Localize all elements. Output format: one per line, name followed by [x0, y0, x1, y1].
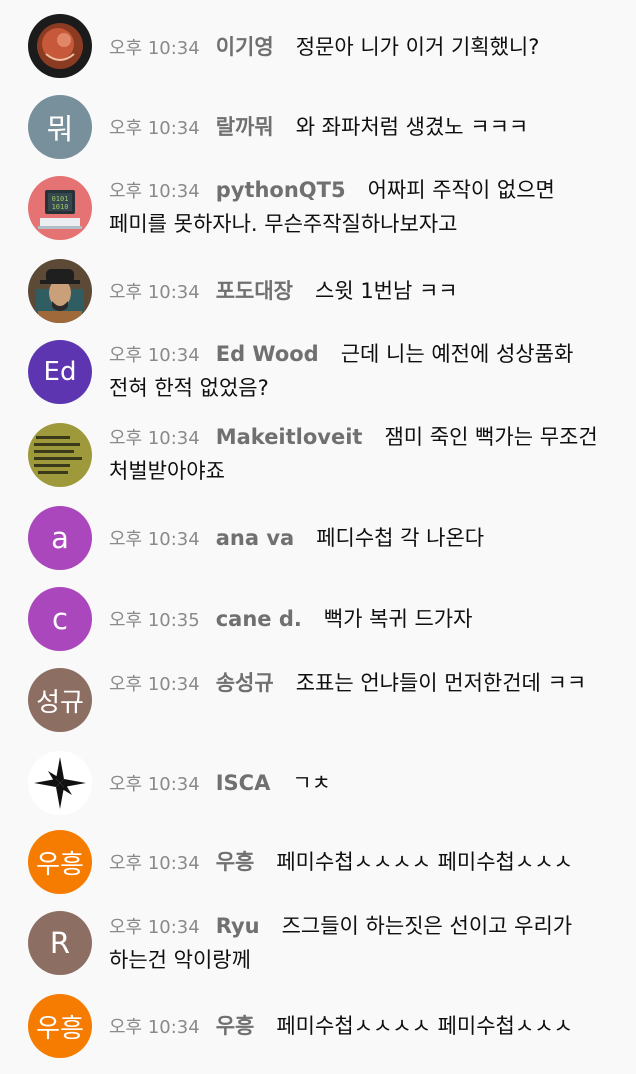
timestamp: 오후 10:34: [109, 853, 200, 874]
message-text: 페미수첩ㅅㅅㅅㅅ 페미수첩ㅅㅅㅅ: [276, 850, 573, 874]
avatar[interactable]: 우흥: [28, 994, 92, 1058]
portrait-icon: [28, 259, 92, 323]
logo-icon: [28, 751, 92, 815]
avatar-letter: R: [49, 926, 71, 960]
author-name[interactable]: 랄까뭐: [216, 115, 274, 139]
message-text: 와 좌파처럼 생겼노 ㅋㅋㅋ: [295, 115, 529, 139]
text-image-icon: [28, 423, 92, 487]
message-text: 스윗 1번남 ㅋㅋ: [315, 279, 458, 303]
avatar[interactable]: [28, 259, 92, 323]
svg-text:1010: 1010: [52, 203, 69, 211]
timestamp: 오후 10:34: [109, 181, 200, 202]
avatar[interactable]: [28, 14, 92, 78]
computer-icon: 0101 1010: [28, 176, 92, 240]
avatar[interactable]: [28, 751, 92, 815]
timestamp: 오후 10:35: [109, 610, 200, 631]
timestamp: 오후 10:34: [109, 118, 200, 139]
message-text: 뻑가 복귀 드가자: [323, 607, 473, 631]
author-name[interactable]: cane d.: [216, 607, 302, 631]
author-name[interactable]: 송성규: [216, 671, 274, 695]
avatar[interactable]: 성규: [28, 668, 92, 732]
timestamp: 오후 10:34: [109, 674, 200, 695]
avatar-letter: a: [51, 521, 69, 555]
avatar[interactable]: R: [28, 911, 92, 975]
avatar-letter: 성규: [36, 687, 84, 718]
avatar[interactable]: c: [28, 587, 92, 651]
author-name[interactable]: Ryu: [216, 914, 260, 938]
avatar-letter: c: [52, 602, 68, 636]
author-name[interactable]: pythonQT5: [216, 178, 346, 202]
message-text: ㄱㅊ: [292, 771, 331, 795]
author-name[interactable]: 우흥: [216, 1014, 255, 1038]
message-text: 페미수첩ㅅㅅㅅㅅ 페미수첩ㅅㅅㅅ: [276, 1014, 573, 1038]
message-text: 조표는 언냐들이 먼저한건데 ㅋㅋ: [295, 671, 587, 695]
avatar[interactable]: 우흥: [28, 830, 92, 894]
author-name[interactable]: 이기영: [216, 35, 274, 59]
author-name[interactable]: Makeitloveit: [216, 425, 363, 449]
author-name[interactable]: ISCA: [216, 771, 271, 795]
timestamp: 오후 10:34: [109, 774, 200, 795]
timestamp: 오후 10:34: [109, 282, 200, 303]
timestamp: 오후 10:34: [109, 38, 200, 59]
live-chat-list[interactable]: 오후 10:34 이기영 정문아 니가 이거 기획했니? 뭐 오후 10:34 랄까뭐…: [0, 0, 636, 1074]
avatar[interactable]: 뭐: [28, 95, 92, 159]
timestamp: 오후 10:34: [109, 345, 200, 366]
svg-text:0101: 0101: [52, 195, 69, 203]
avatar[interactable]: [28, 423, 92, 487]
avatar-letter: 뭐: [46, 112, 74, 146]
avatar[interactable]: 0101 1010: [28, 176, 92, 240]
avatar-letter: 우흥: [36, 849, 84, 880]
avatar[interactable]: Ed: [28, 340, 92, 404]
avatar-letter: Ed: [43, 357, 77, 387]
author-name[interactable]: ana va: [216, 526, 294, 550]
message-text: 정문아 니가 이거 기획했니?: [295, 35, 540, 59]
photo-icon: [28, 14, 92, 78]
timestamp: 오후 10:34: [109, 529, 200, 550]
author-name[interactable]: 우흥: [216, 850, 255, 874]
author-name[interactable]: 포도대장: [216, 279, 293, 303]
timestamp: 오후 10:34: [109, 1017, 200, 1038]
avatar-letter: 우흥: [36, 1013, 84, 1044]
message-text: 페디수첩 각 나온다: [316, 526, 485, 550]
timestamp: 오후 10:34: [109, 428, 200, 449]
author-name[interactable]: Ed Wood: [216, 342, 319, 366]
avatar[interactable]: a: [28, 506, 92, 570]
timestamp: 오후 10:34: [109, 917, 200, 938]
